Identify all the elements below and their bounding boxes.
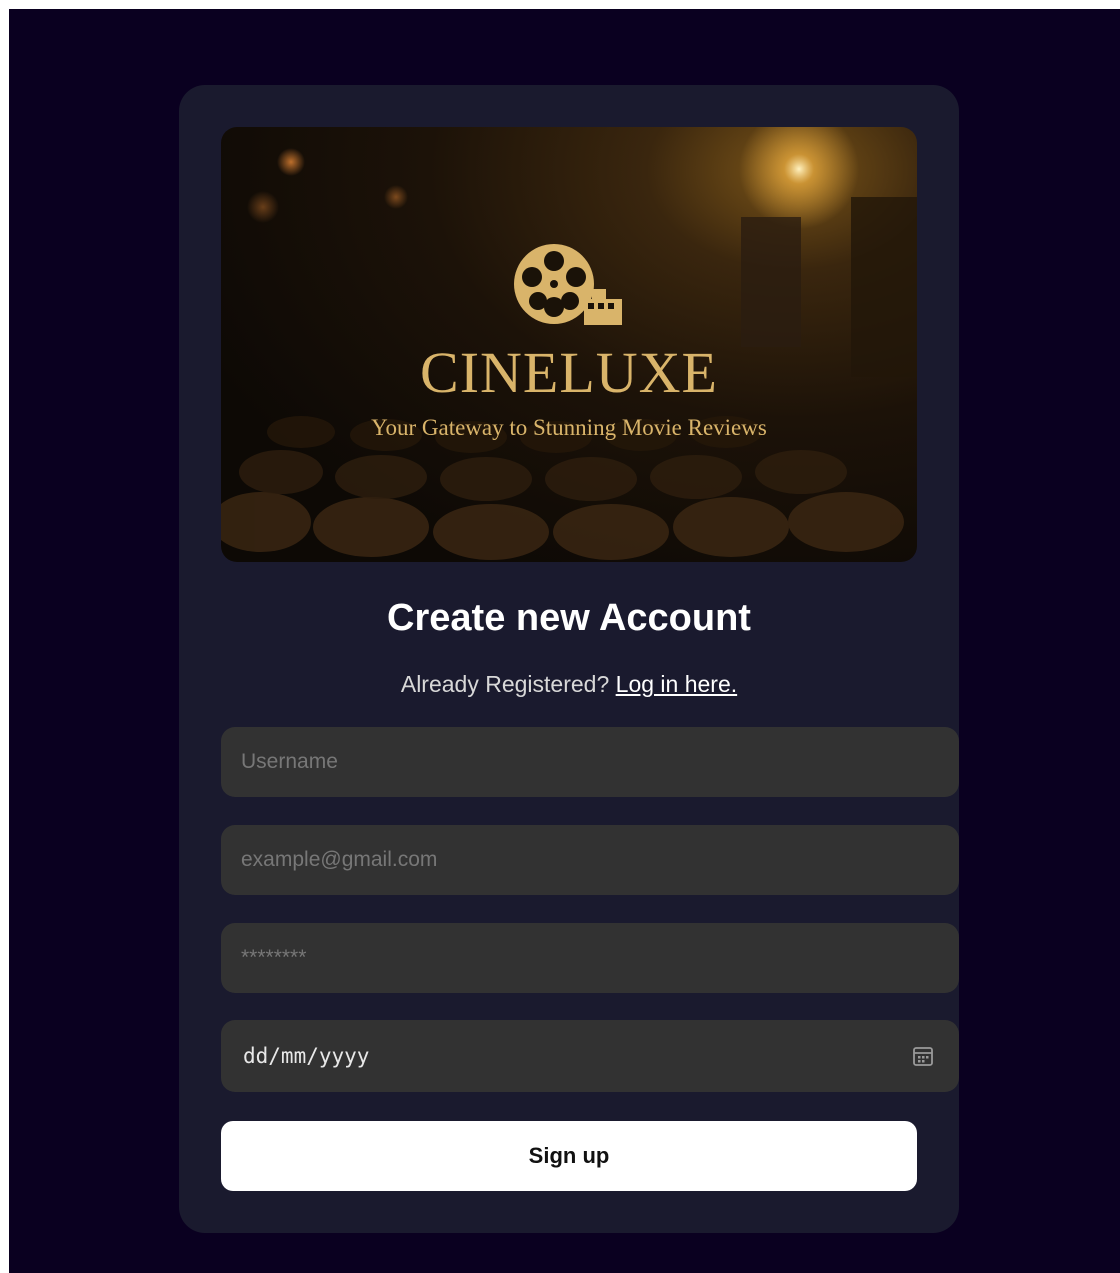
signup-button[interactable]: Sign up: [221, 1121, 917, 1191]
calendar-icon[interactable]: [912, 1045, 934, 1067]
page-background: CINELUXE Your Gateway to Stunning Movie …: [9, 9, 1120, 1273]
password-input[interactable]: [221, 923, 959, 993]
brand-tagline: Your Gateway to Stunning Movie Reviews: [371, 415, 767, 440]
hero-banner: CINELUXE Your Gateway to Stunning Movie …: [221, 127, 917, 562]
username-input[interactable]: [221, 727, 959, 797]
brand-name: CINELUXE: [420, 340, 718, 405]
date-placeholder: dd/mm/yyyy: [243, 1044, 370, 1068]
page-title: Create new Account: [387, 597, 751, 639]
logo: [221, 239, 917, 334]
already-registered-text: Already Registered?: [400, 671, 616, 697]
login-prompt: Already Registered? Log in here.: [179, 669, 959, 699]
film-reel-icon: [514, 244, 622, 325]
login-link[interactable]: Log in here.: [616, 671, 737, 697]
signup-card: CINELUXE Your Gateway to Stunning Movie …: [179, 85, 959, 1233]
birthdate-input[interactable]: dd/mm/yyyy: [221, 1020, 959, 1092]
email-input[interactable]: [221, 825, 959, 895]
